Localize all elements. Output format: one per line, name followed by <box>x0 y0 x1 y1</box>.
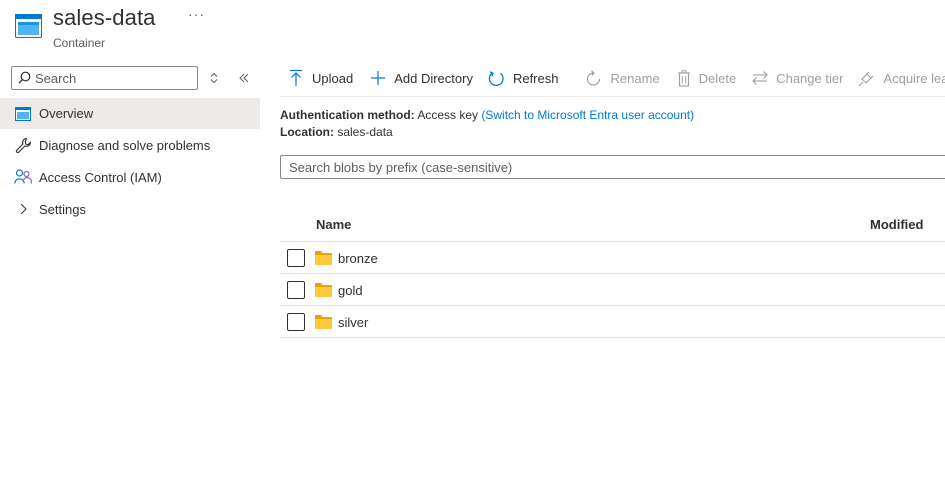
auth-method-label: Authentication method: <box>280 108 415 122</box>
page-title: sales-data <box>53 5 156 30</box>
plus-icon <box>371 71 386 85</box>
sidebar-item-label: Settings <box>39 201 86 217</box>
change-tier-label: Change tier <box>776 70 844 86</box>
container-icon <box>15 14 42 38</box>
column-header-name[interactable]: Name <box>316 217 351 232</box>
add-directory-label: Add Directory <box>394 70 473 86</box>
folder-name[interactable]: gold <box>338 283 363 298</box>
row-checkbox[interactable] <box>287 249 305 267</box>
folder-icon <box>315 251 332 265</box>
search-icon <box>18 71 31 84</box>
change-tier-button[interactable]: Change tier <box>752 64 843 92</box>
table-row[interactable]: bronze <box>280 241 945 273</box>
sidebar-item-label: Overview <box>39 106 94 121</box>
sidebar-item-label: Diagnose and solve problems <box>39 137 211 153</box>
people-icon <box>14 168 32 186</box>
swap-arrows-icon <box>752 71 768 85</box>
location-label: Location: <box>280 125 334 139</box>
blob-search-input[interactable] <box>289 159 929 176</box>
sidebar-search-box[interactable] <box>11 66 198 90</box>
more-options-button[interactable]: ··· <box>188 6 205 22</box>
refresh-icon <box>488 70 504 86</box>
row-checkbox[interactable] <box>287 313 305 331</box>
table-row[interactable]: gold <box>280 273 945 305</box>
toolbar-divider-line <box>280 96 945 97</box>
sidebar-item-diagnose[interactable]: Diagnose and solve problems <box>0 129 260 161</box>
trash-icon <box>677 69 690 87</box>
rename-button[interactable]: Rename <box>586 64 660 92</box>
folder-name[interactable]: silver <box>338 315 368 330</box>
add-directory-button[interactable]: Add Directory <box>370 64 473 92</box>
acquire-lease-button[interactable]: Acquire lease <box>858 64 945 92</box>
container-overview-icon <box>14 105 32 123</box>
sidebar-item-access-control[interactable]: Access Control (IAM) <box>0 161 260 193</box>
command-bar: Upload Add Directory Refresh Rename Dele <box>280 64 945 92</box>
acquire-lease-label: Acquire lease <box>883 70 945 86</box>
upload-button[interactable]: Upload <box>288 64 353 92</box>
sidebar-item-label: Access Control (IAM) <box>39 169 162 185</box>
delete-label: Delete <box>698 70 737 86</box>
sidebar-search-input[interactable] <box>35 69 193 87</box>
collapse-sidebar-icon[interactable] <box>236 70 252 86</box>
wrench-icon <box>14 136 32 154</box>
rename-icon <box>587 69 601 86</box>
page-subtitle: Container <box>53 36 106 50</box>
blob-search-box[interactable] <box>280 155 945 179</box>
delete-button[interactable]: Delete <box>677 64 737 92</box>
plug-icon <box>859 71 874 86</box>
table-row[interactable]: silver <box>280 305 945 337</box>
row-checkbox[interactable] <box>287 281 305 299</box>
table-bottom-border <box>280 337 945 338</box>
refresh-label: Refresh <box>512 70 559 86</box>
upload-icon <box>290 69 302 86</box>
folder-name[interactable]: bronze <box>338 251 378 266</box>
sort-icon[interactable] <box>206 70 222 86</box>
upload-label: Upload <box>312 70 354 86</box>
auth-method-value: Access key <box>417 108 479 122</box>
location-value: sales-data <box>337 125 393 139</box>
chevron-right-icon <box>14 200 32 218</box>
column-header-modified[interactable]: Modified <box>870 217 923 232</box>
sidebar-nav: Overview Diagnose and solve problems Acc… <box>0 98 260 225</box>
auth-method-line: Authentication method: Access key (Switc… <box>280 108 694 122</box>
rename-label: Rename <box>610 70 660 86</box>
sidebar-item-overview[interactable]: Overview <box>0 98 260 129</box>
location-line: Location: sales-data <box>280 125 393 139</box>
switch-auth-link[interactable]: (Switch to Microsoft Entra user account) <box>481 108 694 122</box>
folder-icon <box>315 315 332 329</box>
refresh-button[interactable]: Refresh <box>488 64 559 92</box>
sidebar-item-settings[interactable]: Settings <box>0 193 260 225</box>
folder-icon <box>315 283 332 297</box>
